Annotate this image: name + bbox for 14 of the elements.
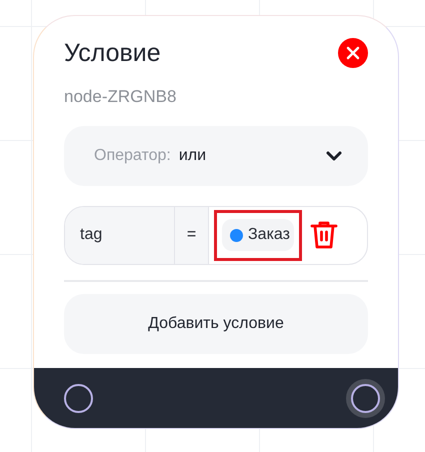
- tag-chip[interactable]: Заказ: [222, 219, 294, 251]
- connection-handle[interactable]: [346, 378, 385, 418]
- add-condition-button[interactable]: Добавить условие: [64, 294, 368, 354]
- close-icon: [346, 46, 360, 60]
- trash-button[interactable]: [310, 220, 338, 250]
- field-cell[interactable]: tag: [65, 206, 175, 264]
- chevron-down-icon: [326, 150, 342, 160]
- node-title: Условие: [64, 38, 161, 68]
- operator-cell[interactable]: =: [175, 206, 209, 264]
- value-cell[interactable]: Заказ: [214, 210, 302, 260]
- close-button[interactable]: [338, 38, 368, 68]
- node-id: node-ZRGNB8: [64, 86, 178, 108]
- trash-icon: [310, 220, 338, 250]
- operator-dropdown[interactable]: Оператор: или: [64, 126, 368, 186]
